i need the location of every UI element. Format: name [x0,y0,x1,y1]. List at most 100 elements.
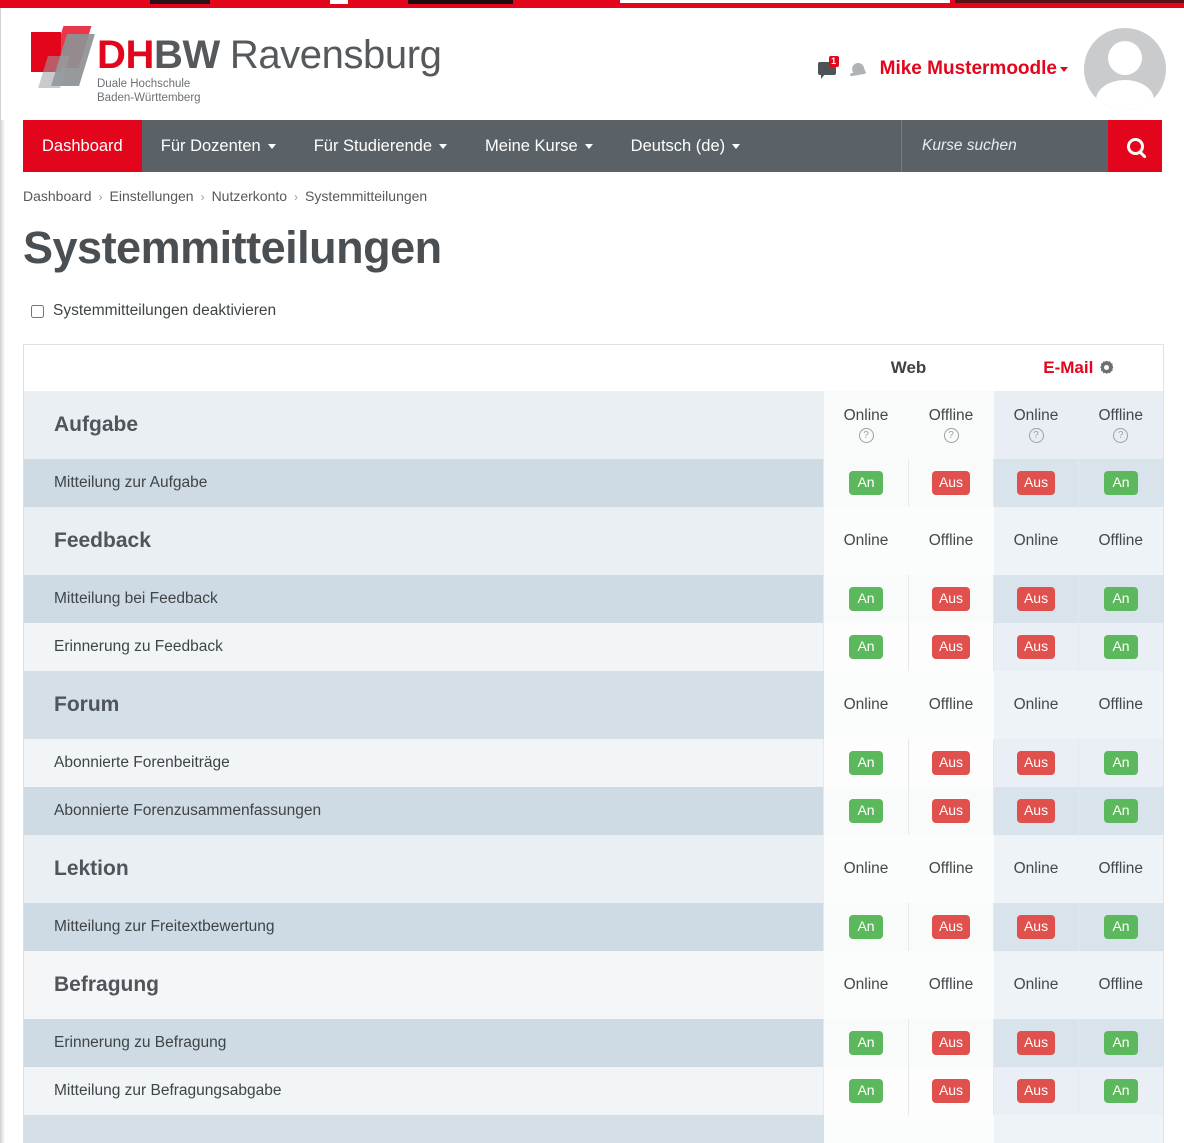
cell-email-online: Aus [993,458,1079,507]
subheader-label: Offline [1098,406,1144,424]
subheader-email-online: Online [993,950,1079,1019]
logo-subtitle: Duale Hochschule Baden-Württemberg [97,78,442,105]
toggle-button[interactable]: An [849,1030,883,1055]
gear-icon[interactable] [1100,361,1113,374]
subheader-email-offline: Offline [1078,670,1164,739]
nav-item-sprache[interactable]: Deutsch (de) [612,120,759,172]
table-row: Mitteilung zur Befragungsabgabe An Aus A… [23,1066,1164,1115]
course-search-field[interactable] [901,120,1108,172]
avatar[interactable] [1084,28,1166,110]
toggle-button[interactable]: Aus [1016,1078,1056,1103]
viewport-edge-shadow [1,8,5,1143]
section-header-row: Forum Online Offline Online Offline [23,670,1164,739]
breadcrumb-item-systemmitteilungen[interactable]: Systemmitteilungen [305,188,427,204]
cell-web-online: An [823,458,909,507]
site-logo[interactable]: DHBW Ravensburg Duale Hochschule Baden-Wü… [23,26,442,105]
help-question-icon[interactable]: ? [858,427,874,443]
subheader-web-online: Online? [823,390,909,459]
toggle-button[interactable]: Aus [931,470,971,495]
subheader-email-offline: Offline [1078,506,1164,575]
strip-artifact [408,0,513,4]
strip-artifact [150,0,210,4]
search-input[interactable] [920,136,1090,156]
page-viewport: DHBW Ravensburg Duale Hochschule Baden-Wü… [0,8,1184,1143]
toggle-button[interactable]: An [1104,1030,1139,1055]
cell-email-offline: An [1078,1018,1164,1067]
logo-subtitle-line2: Baden-Württemberg [97,91,201,104]
site-header: DHBW Ravensburg Duale Hochschule Baden-Wü… [1,8,1184,120]
column-group-web-label: Web [890,357,927,377]
cell-web-online: An [823,622,909,671]
toggle-button[interactable]: An [1104,634,1139,659]
user-menu-button[interactable]: Mike Mustermoodle [880,58,1068,80]
subheader-web-offline: Offline [908,834,994,903]
subheader-web-online [823,1114,909,1143]
toggle-button[interactable]: Aus [1016,470,1056,495]
toggle-button[interactable]: An [1104,1078,1139,1103]
subheader-email-online [993,1114,1079,1143]
toggle-button[interactable]: Aus [931,798,971,823]
toggle-button[interactable]: Aus [1016,634,1056,659]
cell-web-online: An [823,1018,909,1067]
search-button[interactable] [1108,120,1162,172]
cell-web-offline: Aus [907,786,994,835]
nav-item-dashboard[interactable]: Dashboard [23,120,142,172]
logo-bw: BW [153,33,220,77]
toggle-button[interactable]: An [849,798,883,823]
nav-label: Für Studierende [313,136,433,155]
blank-header-cell [23,344,824,391]
subheader-web-offline [908,1114,994,1143]
toggle-button[interactable]: An [1104,750,1139,775]
row-label: Abonnierte Forenbeiträge [23,738,824,787]
disable-notifications-checkbox[interactable] [31,304,44,318]
subheader-web-online: Online [823,670,909,739]
cell-email-offline: An [1078,1066,1164,1115]
toggle-button[interactable]: Aus [1016,586,1056,611]
toggle-button[interactable]: Aus [1016,798,1056,823]
subheader-label: Offline [928,406,974,424]
main-navigation: Dashboard Für Dozenten Für Studierende M… [23,120,1162,172]
nav-item-fuer-dozenten[interactable]: Für Dozenten [142,120,295,172]
breadcrumb-item-dashboard[interactable]: Dashboard [23,188,92,204]
message-icon[interactable]: 1 [817,56,840,79]
toggle-button[interactable]: Aus [931,1030,971,1055]
strip-artifact [955,0,1184,3]
toggle-button[interactable]: An [1104,798,1139,823]
toggle-button[interactable]: Aus [931,914,971,939]
toggle-button[interactable]: An [849,914,883,939]
toggle-button[interactable]: Aus [1016,1030,1056,1055]
help-question-icon[interactable]: ? [1113,427,1129,443]
breadcrumb-item-nutzerkonto[interactable]: Nutzerkonto [212,188,287,204]
subheader-web-online: Online [823,950,909,1019]
toggle-button[interactable]: Aus [1016,750,1056,775]
toggle-button[interactable]: An [849,750,883,775]
toggle-button[interactable]: An [849,634,883,659]
notifications-bell-icon[interactable] [849,60,866,78]
toggle-button[interactable]: An [849,586,883,611]
cell-email-offline: An [1078,622,1164,671]
cell-web-online: An [823,1066,909,1115]
toggle-button[interactable]: Aus [931,750,971,775]
logo-text-block: DHBW Ravensburg Duale Hochschule Baden-Wü… [97,26,442,105]
toggle-button[interactable]: An [1104,586,1139,611]
table-row: Mitteilung zur Freitextbewertung An Aus … [23,902,1164,951]
toggle-button[interactable]: An [849,1078,883,1103]
breadcrumb-item-einstellungen[interactable]: Einstellungen [110,188,194,204]
toggle-button[interactable]: An [849,470,883,495]
toggle-button[interactable]: An [1104,914,1139,939]
toggle-button[interactable]: Aus [1016,914,1056,939]
toggle-button[interactable]: An [1104,470,1139,495]
toggle-button[interactable]: Aus [931,586,971,611]
subheader-web-online: Online [823,834,909,903]
table-row: Mitteilung zur Aufgabe An Aus Aus An [23,458,1164,507]
nav-item-meine-kurse[interactable]: Meine Kurse [466,120,612,172]
user-name-label: Mike Mustermoodle [879,58,1057,79]
toggle-button[interactable]: Aus [931,1078,971,1103]
subheader-email-online: Online? [993,390,1079,459]
column-group-web: Web [823,344,994,391]
toggle-button[interactable]: Aus [931,634,971,659]
help-question-icon[interactable]: ? [1028,427,1044,443]
chevron-down-icon [439,143,448,149]
help-question-icon[interactable]: ? [943,427,959,443]
nav-item-fuer-studierende[interactable]: Für Studierende [295,120,466,172]
